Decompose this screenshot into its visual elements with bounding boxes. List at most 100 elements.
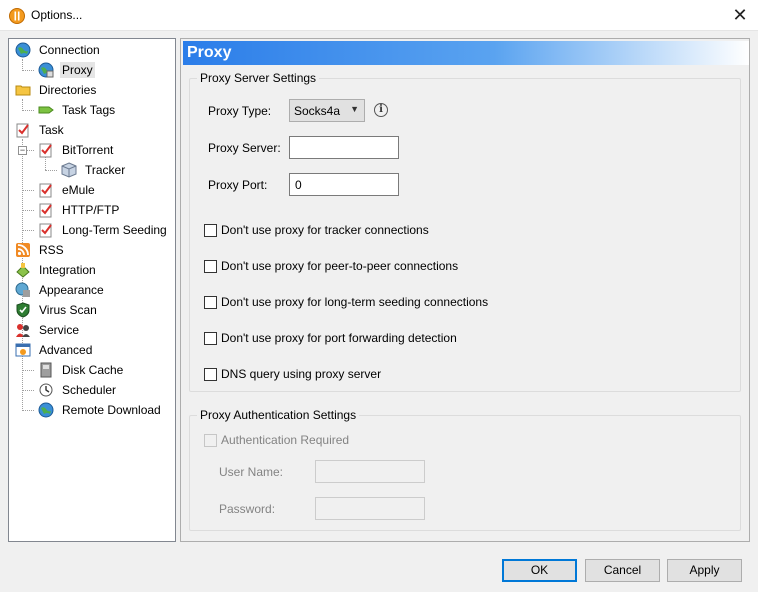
scheduler-icon xyxy=(39,383,53,397)
no-proxy-port-forwarding-checkbox[interactable] xyxy=(204,331,217,345)
service-icon xyxy=(16,324,30,337)
tree-connector xyxy=(22,110,34,111)
no-proxy-seeding-option[interactable]: Don't use proxy for long-term seeding co… xyxy=(204,295,488,309)
password-input[interactable] xyxy=(315,497,425,520)
tree-connector xyxy=(22,70,34,71)
appearance-icon xyxy=(15,282,30,297)
no-proxy-port-forwarding-option[interactable]: Don't use proxy for port forwarding dete… xyxy=(204,331,457,345)
proxy-server-label: Proxy Server: xyxy=(208,141,281,155)
no-proxy-peer-checkbox[interactable] xyxy=(204,259,217,273)
tree-item-label: Appearance xyxy=(39,283,104,297)
tree-item-http-ftp[interactable]: HTTP/FTP xyxy=(38,201,121,219)
collapse-icon[interactable]: − xyxy=(18,146,27,155)
proxy-auth-settings-group: Proxy Authentication Settings Authentica… xyxy=(189,408,741,531)
checkbox-label: Don't use proxy for port forwarding dete… xyxy=(221,331,457,345)
proxy-port-input[interactable] xyxy=(289,173,399,196)
cancel-button[interactable]: Cancel xyxy=(585,559,660,582)
task-icon xyxy=(39,183,52,198)
cube-icon xyxy=(61,162,77,178)
auth-required-checkbox[interactable] xyxy=(204,433,217,447)
tree-item-rss[interactable]: RSS xyxy=(15,241,66,259)
dns-query-proxy-option[interactable]: DNS query using proxy server xyxy=(204,367,381,381)
proxy-type-value: Socks4a xyxy=(294,103,341,118)
ok-button[interactable]: OK xyxy=(502,559,577,582)
disk-icon xyxy=(40,362,52,378)
chevron-down-icon: ▼ xyxy=(350,104,359,114)
group-title: Proxy Authentication Settings xyxy=(197,408,360,422)
checkbox-label: Don't use proxy for peer-to-peer connect… xyxy=(221,259,459,273)
tree-item-bittorrent[interactable]: BitTorrent xyxy=(38,141,115,159)
tree-item-label: Task Tags xyxy=(62,103,116,117)
close-button[interactable]: ✕ xyxy=(728,3,752,27)
tree-connector xyxy=(22,230,34,231)
globe-icon xyxy=(15,42,31,58)
auth-required-option[interactable]: Authentication Required xyxy=(204,433,349,447)
tree-connector xyxy=(22,390,34,391)
proxy-port-label: Proxy Port: xyxy=(208,178,268,192)
tree-item-label: Disk Cache xyxy=(62,363,124,377)
tree-item-label: Service xyxy=(39,323,80,337)
tree-item-directories[interactable]: Directories xyxy=(15,81,98,99)
username-label: User Name: xyxy=(219,465,284,479)
tree-connector xyxy=(22,190,34,191)
tree-connector xyxy=(22,210,34,211)
tree-item-label: eMule xyxy=(62,183,95,197)
rss-icon xyxy=(16,243,30,257)
tree-item-proxy[interactable]: Proxy xyxy=(38,61,95,79)
no-proxy-seeding-checkbox[interactable] xyxy=(204,295,217,309)
tree-item-label: RSS xyxy=(39,243,64,257)
settings-panel: Proxy Proxy Server Settings Proxy Type: … xyxy=(180,38,750,542)
dns-query-proxy-checkbox[interactable] xyxy=(204,367,217,381)
proxy-globe-icon xyxy=(38,62,54,78)
no-proxy-tracker-option[interactable]: Don't use proxy for tracker connections xyxy=(204,223,429,237)
window-title: Options... xyxy=(31,8,83,22)
tree-item-advanced[interactable]: Advanced xyxy=(15,341,94,359)
tree-item-label: Directories xyxy=(39,83,97,97)
tree-item-label: Long-Term Seeding xyxy=(62,223,167,237)
tree-connector xyxy=(22,410,34,411)
tree-item-emule[interactable]: eMule xyxy=(38,181,97,199)
tree-item-disk-cache[interactable]: Disk Cache xyxy=(38,361,125,379)
close-icon: ✕ xyxy=(732,5,748,25)
task-icon xyxy=(16,123,29,138)
tree-item-appearance[interactable]: Appearance xyxy=(15,281,106,299)
tree-item-virus-scan[interactable]: Virus Scan xyxy=(15,301,99,319)
advanced-icon xyxy=(15,343,31,357)
remote-globe-icon xyxy=(38,402,54,418)
tree-item-tracker[interactable]: Tracker xyxy=(61,161,127,179)
apply-button[interactable]: Apply xyxy=(667,559,742,582)
panel-header: Proxy xyxy=(183,41,749,65)
proxy-server-input[interactable] xyxy=(289,136,399,159)
tree-item-task[interactable]: Task xyxy=(15,121,66,139)
tree-item-scheduler[interactable]: Scheduler xyxy=(38,381,118,399)
no-proxy-peer-option[interactable]: Don't use proxy for peer-to-peer connect… xyxy=(204,259,458,273)
tree-item-service[interactable]: Service xyxy=(15,321,81,339)
task-icon xyxy=(39,223,52,238)
tree-item-label: Advanced xyxy=(39,343,93,357)
proxy-type-label: Proxy Type: xyxy=(208,104,272,118)
folder-icon xyxy=(15,85,31,96)
no-proxy-tracker-checkbox[interactable] xyxy=(204,223,217,237)
tree-item-label: Tracker xyxy=(85,163,126,177)
tree-item-label: Scheduler xyxy=(62,383,117,397)
group-title: Proxy Server Settings xyxy=(197,71,320,85)
tree-connector xyxy=(22,370,34,371)
checkbox-label: DNS query using proxy server xyxy=(221,367,382,381)
tag-icon xyxy=(38,106,54,114)
tree-item-remote-download[interactable]: Remote Download xyxy=(38,401,163,419)
tree-item-connection[interactable]: Connection xyxy=(15,41,102,59)
tree-item-integration[interactable]: Integration xyxy=(15,261,98,279)
tree-item-long-term-seeding[interactable]: Long-Term Seeding xyxy=(38,221,169,239)
proxy-server-settings-group: Proxy Server Settings Proxy Type: Socks4… xyxy=(189,71,741,392)
checkbox-label: Authentication Required xyxy=(221,433,350,447)
tree-connector xyxy=(45,170,57,171)
username-input[interactable] xyxy=(315,460,425,483)
title-bar: Options... ✕ xyxy=(0,0,758,31)
integration-icon xyxy=(16,263,30,278)
info-icon[interactable]: i xyxy=(374,103,388,117)
options-tree[interactable]: − Connection Proxy Directories Task Tags… xyxy=(8,38,176,542)
tree-item-label: Integration xyxy=(39,263,96,277)
proxy-type-select[interactable]: Socks4a ▼ xyxy=(289,99,365,122)
tree-item-label: Connection xyxy=(39,43,100,57)
tree-item-task-tags[interactable]: Task Tags xyxy=(38,101,117,119)
